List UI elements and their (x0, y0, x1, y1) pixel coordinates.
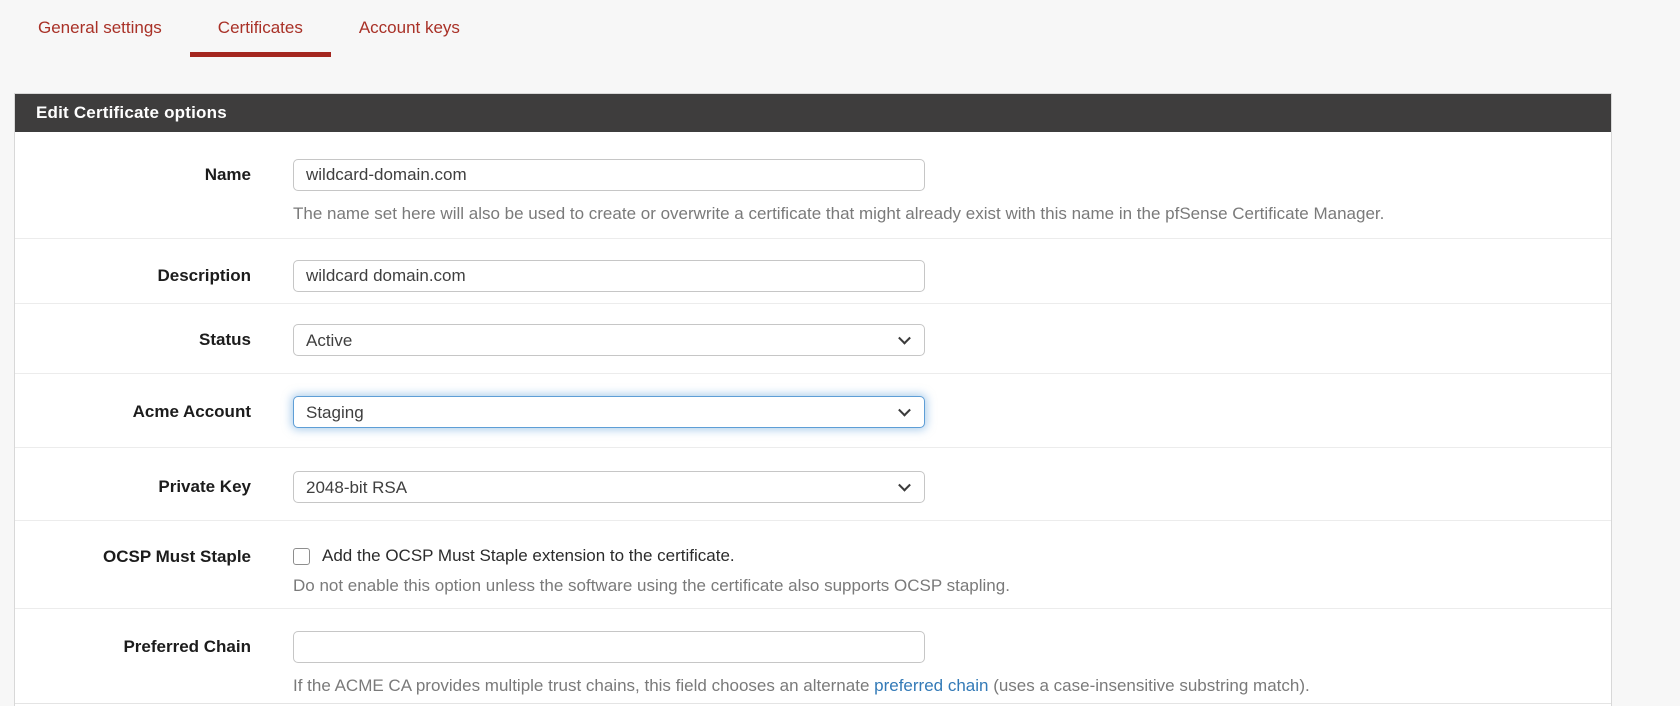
private-key-select[interactable]: 2048-bit RSA (293, 471, 925, 503)
tab-account-keys[interactable]: Account keys (331, 0, 488, 57)
ocsp-must-staple-checkbox[interactable] (293, 548, 310, 565)
private-key-label: Private Key (15, 471, 251, 503)
preferred-chain-help-text: If the ACME CA provides multiple trust c… (293, 675, 1611, 697)
preferred-chain-link[interactable]: preferred chain (874, 676, 988, 695)
tab-certificates[interactable]: Certificates (190, 0, 331, 57)
name-help-text: The name set here will also be used to c… (293, 203, 1611, 225)
form-row-name: Name The name set here will also be used… (15, 132, 1611, 239)
preferred-chain-input[interactable] (293, 631, 925, 663)
name-label: Name (15, 159, 251, 225)
form-row-acme-account: Acme Account Staging (15, 374, 1611, 448)
form-row-description: Description (15, 239, 1611, 304)
ocsp-help-text: Do not enable this option unless the sof… (293, 575, 1611, 597)
status-label: Status (15, 324, 251, 356)
ocsp-must-staple-label: OCSP Must Staple (15, 546, 251, 597)
acme-account-select[interactable]: Staging (293, 396, 925, 428)
form-row-status: Status Active (15, 304, 1611, 374)
preferred-chain-help-before: If the ACME CA provides multiple trust c… (293, 676, 874, 695)
description-label: Description (15, 260, 251, 292)
tab-general-settings[interactable]: General settings (10, 0, 190, 57)
preferred-chain-label: Preferred Chain (15, 631, 251, 697)
tab-bar: General settings Certificates Account ke… (0, 0, 1680, 57)
form-row-private-key: Private Key 2048-bit RSA (15, 448, 1611, 521)
edit-certificate-panel: Edit Certificate options Name The name s… (14, 93, 1612, 706)
status-select[interactable]: Active (293, 324, 925, 356)
preferred-chain-help-after: (uses a case-insensitive substring match… (988, 676, 1309, 695)
panel-title: Edit Certificate options (15, 94, 1611, 132)
form-row-ocsp-must-staple: OCSP Must Staple Add the OCSP Must Stapl… (15, 521, 1611, 609)
name-input[interactable] (293, 159, 925, 191)
description-input[interactable] (293, 260, 925, 292)
acme-account-label: Acme Account (15, 396, 251, 428)
ocsp-checkbox-label: Add the OCSP Must Staple extension to th… (322, 546, 735, 566)
form-row-preferred-chain: Preferred Chain If the ACME CA provides … (15, 609, 1611, 704)
